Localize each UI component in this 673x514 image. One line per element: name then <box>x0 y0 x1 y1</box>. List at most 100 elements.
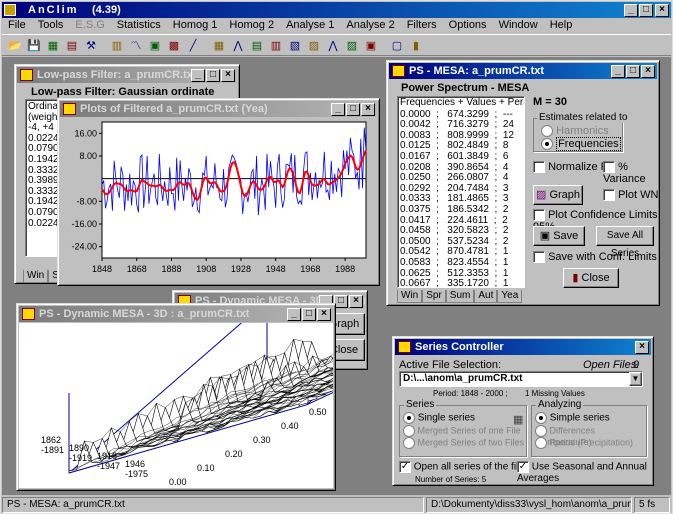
menu-analyse-1[interactable]: Analyse 1 <box>280 17 340 33</box>
minimize-icon[interactable]: _ <box>191 69 205 82</box>
app-titlebar[interactable]: AnClim (4.39) _ □ × <box>2 2 671 18</box>
menu-filters[interactable]: Filters <box>401 17 443 33</box>
plots-title: Plots of Filtered a_prumCR.txt (Yea) <box>80 103 268 115</box>
minimize-icon[interactable]: _ <box>331 103 345 116</box>
period-tick-label: 1918 -1947 <box>97 451 120 471</box>
grid-icon[interactable]: ▤ <box>63 37 81 55</box>
table2-icon[interactable]: ▦ <box>210 37 228 55</box>
close-icon[interactable]: × <box>317 308 331 321</box>
close-icon[interactable]: × <box>349 295 363 308</box>
maximize-icon[interactable]: □ <box>626 65 640 78</box>
spectrum-icon[interactable]: ⋀ <box>229 37 247 55</box>
merged-one-radio[interactable]: Merged Series of one File <box>403 425 521 437</box>
toolbar: 📂 💾 ▦ ▤ ⚒ ▥ 〽 ▣ ▩ ╱ ▦ ⋀ ▤ ▥ ▧ ▨ ⋀ ▨ ▣ ▢ ▮ <box>2 34 671 56</box>
chart3-icon[interactable]: ▤ <box>248 37 266 55</box>
grid-chart-icon[interactable]: ▩ <box>165 37 183 55</box>
open-all-checkbox[interactable]: ✓ Open all series of the file <box>399 461 524 473</box>
plots-titlebar[interactable]: Plots of Filtered a_prumCR.txt (Yea) _ □… <box>60 101 377 117</box>
dyn3d-surface: 0.00 0.10 0.20 0.30 0.40 0.50 1862 -1891 1890 -19… <box>19 323 333 488</box>
mesa-list-row[interactable]: 0.0667 ; 335.1720 ; 1 <box>400 278 522 287</box>
tab-win[interactable]: Win <box>397 290 423 303</box>
mesa-list-row[interactable]: 0.0167 ; 601.3849 ; 6 <box>400 151 522 163</box>
plots-window[interactable]: Plots of Filtered a_prumCR.txt (Yea) _ □… <box>57 98 380 286</box>
menu-file[interactable]: File <box>2 17 32 33</box>
simple-series-radio[interactable]: Simple series <box>535 412 610 424</box>
menu-help[interactable]: Help <box>544 17 579 33</box>
chart-icon[interactable]: ▣ <box>146 37 164 55</box>
mesa-window[interactable]: PS - MESA: a_prumCR.txt _ □ × Power Spec… <box>386 60 660 306</box>
menu-homog-2[interactable]: Homog 2 <box>223 17 280 33</box>
close-icon[interactable]: × <box>221 69 235 82</box>
merged-two-radio[interactable]: Merged Series of two Files <box>403 437 524 449</box>
chart4-icon[interactable]: ▨ <box>343 37 361 55</box>
open-folder-icon[interactable]: 📂 <box>6 37 24 55</box>
window-icon <box>398 341 411 353</box>
plot-area <box>101 121 367 259</box>
tab-win[interactable]: Win <box>23 270 49 283</box>
close-icon[interactable]: × <box>655 4 669 17</box>
calculator-icon[interactable]: ▥ <box>108 37 126 55</box>
minimize-icon[interactable]: _ <box>624 4 638 17</box>
graph-button[interactable]: ▨ Graph <box>533 185 583 205</box>
chart5-icon[interactable]: ▣ <box>362 37 380 55</box>
maximize-icon[interactable]: □ <box>346 103 360 116</box>
merge-icon[interactable]: ▦ <box>513 413 523 426</box>
minimize-icon[interactable]: _ <box>287 308 301 321</box>
maximize-icon[interactable]: □ <box>334 295 348 308</box>
tab-yea[interactable]: Yea <box>497 290 523 303</box>
menu-homog-1[interactable]: Homog 1 <box>167 17 224 33</box>
image-icon[interactable]: ▨ <box>305 37 323 55</box>
file-select[interactable]: D:\...\anom\a_prumCR.txt ▼ <box>399 371 643 387</box>
mesa-titlebar[interactable]: PS - MESA: a_prumCR.txt _ □ × <box>389 63 657 79</box>
save-button[interactable]: ▣ Save <box>533 226 585 246</box>
maximize-icon[interactable]: □ <box>206 69 220 82</box>
tab-aut[interactable]: Aut <box>474 290 498 303</box>
dyn3d-window[interactable]: PS - Dynamic MESA - 3D : a_prumCR.txt _ … <box>16 303 336 491</box>
mesa-list-row[interactable]: 0.0583 ; 823.4554 ; 1 <box>400 257 522 269</box>
lowpass-titlebar[interactable]: Low-pass Filter: a_prumCR.txt _ □ × <box>17 67 237 83</box>
harmonics-radio[interactable]: Harmonics <box>541 125 609 138</box>
copy-icon[interactable]: ▧ <box>286 37 304 55</box>
bar-chart-icon[interactable]: ▥ <box>267 37 285 55</box>
close-icon[interactable]: × <box>361 103 375 116</box>
save-icon[interactable]: 💾 <box>25 37 43 55</box>
menu-options[interactable]: Options <box>443 17 493 33</box>
series-titlebar[interactable]: Series Controller × <box>395 339 651 355</box>
tab-spr[interactable]: Spr <box>422 290 446 303</box>
menu-statistics[interactable]: Statistics <box>111 17 167 33</box>
mesa-listbox[interactable]: Frequencies + Values + Period 0.0000 ; 6… <box>397 96 525 288</box>
open-files-label: Open Files: <box>583 359 640 371</box>
spectrum2-icon[interactable]: ⋀ <box>324 37 342 55</box>
chevron-down-icon[interactable]: ▼ <box>629 372 642 386</box>
monitor-icon[interactable]: ▢ <box>388 37 406 55</box>
use-seasonal-checkbox[interactable]: ✓ Use Seasonal and Annual Averages <box>517 461 653 484</box>
app-version: (4.39) <box>92 4 121 16</box>
radio-icon <box>535 412 547 424</box>
mesa-list-row[interactable]: 0.0375 ; 186.5342 ; 2 <box>400 204 522 216</box>
tool-icon[interactable]: ⚒ <box>82 37 100 55</box>
pct-variance-checkbox[interactable]: % Variance <box>603 161 659 185</box>
exit-icon[interactable]: ▮ <box>407 37 425 55</box>
save-all-button[interactable]: Save All Series <box>596 226 654 259</box>
menu-tools[interactable]: Tools <box>32 17 70 33</box>
single-series-radio[interactable]: Single series <box>403 412 475 424</box>
maximize-icon[interactable]: □ <box>302 308 316 321</box>
trend-icon[interactable]: ╱ <box>184 37 202 55</box>
menu-analyse-2[interactable]: Analyse 2 <box>340 17 400 33</box>
dyn3d-titlebar[interactable]: PS - Dynamic MESA - 3D : a_prumCR.txt _ … <box>19 306 333 322</box>
close-icon[interactable]: × <box>641 65 655 78</box>
frequencies-radio[interactable]: Frequencies <box>541 137 621 151</box>
tab-sum[interactable]: Sum <box>445 290 475 303</box>
save-conf-checkbox[interactable]: Save with Conf. Limits <box>533 251 657 264</box>
close-button[interactable]: ▮ Close <box>563 268 619 288</box>
menu-e-s-g[interactable]: E.S.G <box>69 17 110 33</box>
table-icon[interactable]: ▦ <box>44 37 62 55</box>
close-icon[interactable]: × <box>635 341 649 354</box>
chart-line-icon[interactable]: 〽 <box>127 37 145 55</box>
series-window[interactable]: Series Controller × Active File Selectio… <box>392 336 654 486</box>
menu-window[interactable]: Window <box>493 17 544 33</box>
minimize-icon[interactable]: _ <box>611 65 625 78</box>
plot-wn-checkbox[interactable]: Plot WN <box>603 189 658 202</box>
ratios-radio[interactable]: Ratios (Precipitation) <box>535 437 633 449</box>
maximize-icon[interactable]: □ <box>639 4 653 17</box>
